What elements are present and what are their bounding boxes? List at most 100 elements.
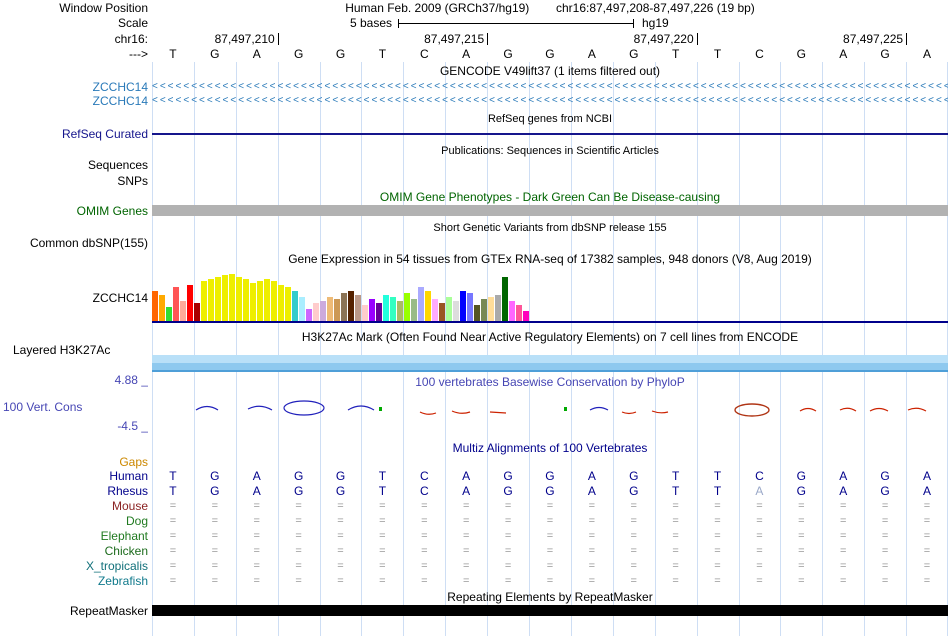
species-alignment[interactable]: = = = = = = = = = = = = = = = = = = =: [152, 514, 948, 528]
alignment-cell: =: [379, 545, 386, 557]
base-cell: A: [587, 47, 596, 61]
alignment-cell: T: [671, 484, 680, 498]
gtex-expression-bar: [299, 297, 305, 321]
alignment-cell: =: [756, 530, 763, 542]
alignment-cell: =: [462, 575, 470, 587]
alignment-cell: =: [421, 560, 428, 572]
alignment-cell: =: [839, 515, 847, 527]
species-label[interactable]: Rhesus: [0, 484, 148, 498]
gtex-expression-bar: [390, 297, 396, 321]
layered-h3k27ac-label[interactable]: Layered H3K27Ac: [13, 343, 110, 357]
species-label[interactable]: Mouse: [0, 499, 148, 513]
species-alignment[interactable]: = = = = = = = = = = = = = = = = = = =: [152, 529, 948, 543]
species-alignment[interactable]: = = = = = = = = = = = = = = = = = = =: [152, 544, 948, 558]
gtex-expression-bar: [306, 309, 312, 321]
gaps-label[interactable]: Gaps: [0, 455, 148, 469]
refseq-curated-label[interactable]: RefSeq Curated: [0, 127, 148, 141]
alignment-cell: =: [714, 500, 721, 512]
species-alignment[interactable]: TGAGGTCAGGAGTTCGAGA: [152, 469, 948, 483]
gtex-expression-bar: [229, 274, 235, 321]
gtex-expression-bar: [152, 291, 158, 321]
multiz-row-x_tropicalis: X_tropicalis = = = = = = = = = = = = = = = = = = =: [0, 559, 950, 573]
h3k27ac-signal-strip-2[interactable]: [152, 363, 948, 370]
base-cell: G: [545, 47, 555, 61]
alignment-cell: =: [714, 560, 721, 572]
gencode-gene-row: ZCCHC14 <<<<<<<<<<<<<<<<<<<<<<<<<<<<<<<<…: [0, 80, 950, 94]
position-range: chr16:87,497,208-87,497,226 (19 bp): [555, 1, 755, 15]
alignment-cell: =: [672, 560, 679, 572]
gtex-expression-bar: [327, 297, 333, 321]
conservation-max-label: 4.88 _: [114, 373, 148, 387]
common-dbsnp-label[interactable]: Common dbSNP(155): [0, 236, 148, 250]
alignment-cell: =: [839, 500, 847, 512]
alignment-cell: =: [462, 560, 470, 572]
alignment-cell: G: [503, 484, 513, 498]
dbsnp-track-title: Short Genetic Variants from dbSNP releas…: [433, 222, 667, 234]
gtex-expression-bar: [285, 287, 291, 321]
gtex-expression-bar: [264, 279, 270, 321]
coordinate-row: chr16: 87,497,210 87,497,215 87,497,220 87,…: [0, 32, 950, 46]
alignment-cell: =: [630, 575, 637, 587]
base-cell: A: [252, 47, 261, 61]
alignment-cell: =: [379, 500, 386, 512]
species-alignment[interactable]: = = = = = = = = = = = = = = = = = = =: [152, 499, 948, 513]
alignment-cell: =: [295, 515, 302, 527]
conservation-track-label[interactable]: 100 Vert. Cons: [3, 400, 82, 414]
species-label[interactable]: Zebrafish: [0, 574, 148, 588]
species-alignment[interactable]: TGAGGTCAGGAGTTAGAGA: [152, 484, 948, 498]
alignment-cell: =: [714, 545, 721, 557]
gtex-expression-bar: [509, 301, 515, 321]
gtex-gene-label[interactable]: ZCCHC14: [0, 291, 148, 305]
species-label[interactable]: X_tropicalis: [0, 559, 148, 573]
alignment-cell: =: [672, 530, 679, 542]
alignment-cell: A: [587, 469, 596, 483]
repeatmasker-element-bar[interactable]: [152, 605, 948, 616]
refseq-gene-line[interactable]: [152, 133, 948, 135]
gene-strand-arrows[interactable]: <<<<<<<<<<<<<<<<<<<<<<<<<<<<<<<<<<<<<<<<…: [152, 94, 948, 107]
omim-gene-bar[interactable]: [152, 205, 948, 216]
omim-genes-label[interactable]: OMIM Genes: [0, 204, 148, 218]
assembly-title: Human Feb. 2009 (GRCh37/hg19): [345, 1, 530, 15]
alignment-cell: =: [630, 530, 637, 542]
snps-label[interactable]: SNPs: [0, 174, 148, 188]
gtex-expression-bar: [383, 295, 389, 321]
base-cell: T: [671, 47, 680, 61]
alignment-cell: =: [798, 560, 805, 572]
species-alignment[interactable]: = = = = = = = = = = = = = = = = = = =: [152, 574, 948, 588]
coordinate-tick: [696, 33, 698, 45]
repeatmasker-label[interactable]: RepeatMasker: [0, 604, 148, 618]
gtex-expression-barchart[interactable]: [152, 273, 530, 321]
alignment-cell: =: [839, 560, 847, 572]
gencode-track-title: GENCODE V49lift37 (1 items filtered out): [439, 64, 661, 78]
alignment-cell: =: [672, 545, 679, 557]
species-label[interactable]: Dog: [0, 514, 148, 528]
alignment-cell: =: [211, 575, 219, 587]
gtex-expression-bar: [201, 281, 207, 321]
species-label[interactable]: Human: [0, 469, 148, 483]
gene-label[interactable]: ZCCHC14: [0, 80, 148, 94]
coordinate-label: 87,497,220: [633, 32, 694, 46]
phylop-conservation-plot[interactable]: [152, 386, 948, 432]
base-cell: C: [419, 47, 429, 61]
species-label[interactable]: Elephant: [0, 529, 148, 543]
gtex-expression-bar: [460, 291, 466, 321]
gtex-expression-bar: [362, 305, 368, 321]
species-alignment[interactable]: = = = = = = = = = = = = = = = = = = =: [152, 559, 948, 573]
gene-label[interactable]: ZCCHC14: [0, 94, 148, 108]
h3k27ac-signal-strip-1[interactable]: [152, 355, 948, 363]
gtex-expression-bar: [236, 277, 242, 321]
gtex-expression-bar: [320, 301, 326, 321]
gene-strand-arrows[interactable]: <<<<<<<<<<<<<<<<<<<<<<<<<<<<<<<<<<<<<<<<…: [152, 80, 948, 93]
publications-track-title: Publications: Sequences in Scientific Ar…: [441, 145, 659, 157]
species-label[interactable]: Chicken: [0, 544, 148, 558]
gtex-expression-bar: [502, 277, 508, 321]
sequences-label[interactable]: Sequences: [0, 158, 148, 172]
alignment-cell: =: [672, 575, 679, 587]
alignment-cell: =: [756, 545, 763, 557]
alignment-cell: G: [880, 469, 890, 483]
gencode-gene-row: ZCCHC14 <<<<<<<<<<<<<<<<<<<<<<<<<<<<<<<<…: [0, 94, 950, 108]
multiz-row-dog: Dog = = = = = = = = = = = = = = = = = = =: [0, 514, 950, 528]
alignment-cell: =: [546, 560, 554, 572]
alignment-cell: =: [253, 560, 260, 572]
alignment-cell: A: [252, 484, 261, 498]
